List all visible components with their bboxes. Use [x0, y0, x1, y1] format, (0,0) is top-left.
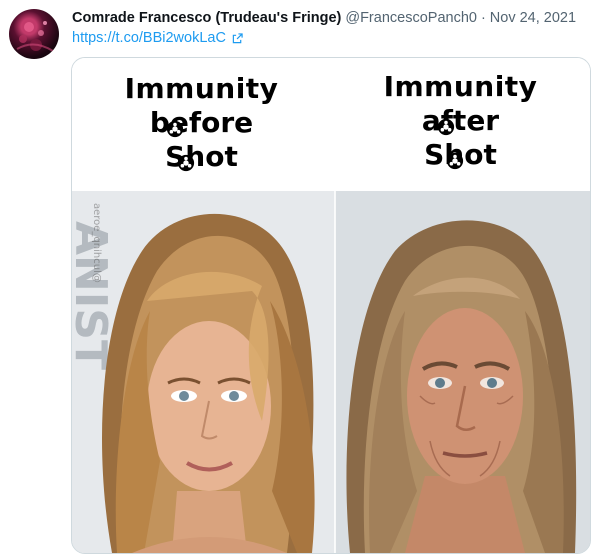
caption-before-line2: before: [149, 106, 254, 139]
tweet-link[interactable]: https://t.co/BBi2wokLaC: [72, 29, 243, 47]
caption-before-line3: Shot: [165, 140, 238, 173]
tweet-link-text[interactable]: https://t.co/BBi2wokLaC: [72, 30, 226, 46]
caption-before: Immunity before Shot: [72, 72, 331, 174]
photo-divider: [334, 191, 336, 553]
separator-dot: ·: [480, 10, 486, 26]
caption-after-line1: Immunity: [383, 70, 538, 103]
photo-after: [335, 191, 590, 553]
author-display-name[interactable]: Comrade Francesco (Trudeau's Fringe): [72, 10, 341, 26]
biohazard-icon: [446, 152, 464, 170]
photo-before: ANIST: [72, 191, 335, 553]
biohazard-icon: [437, 118, 455, 136]
caption-after-line2: after: [421, 104, 500, 137]
caption-before-line1: Immunity: [124, 72, 279, 105]
media-card[interactable]: Immunity before Shot Immunity after Shot…: [71, 57, 591, 554]
author-handle[interactable]: @FrancescoPanch0: [345, 10, 477, 26]
caption-band: Immunity before Shot Immunity after Shot: [72, 58, 590, 191]
man-portrait-image: [335, 191, 590, 553]
avatar[interactable]: [9, 9, 59, 59]
tweet: Comrade Francesco (Trudeau's Fringe) @Fra…: [0, 0, 593, 558]
biohazard-icon: [177, 154, 195, 172]
watermark-small: aeroe_qnihcul@: [91, 203, 102, 283]
avatar-image: [16, 21, 54, 52]
external-link-icon: [232, 33, 243, 44]
tweet-header: Comrade Francesco (Trudeau's Fringe) @Fra…: [72, 9, 585, 27]
tweet-date[interactable]: Nov 24, 2021: [490, 10, 576, 26]
biohazard-icon: [166, 120, 184, 138]
woman-portrait-image: ANIST: [72, 191, 335, 553]
